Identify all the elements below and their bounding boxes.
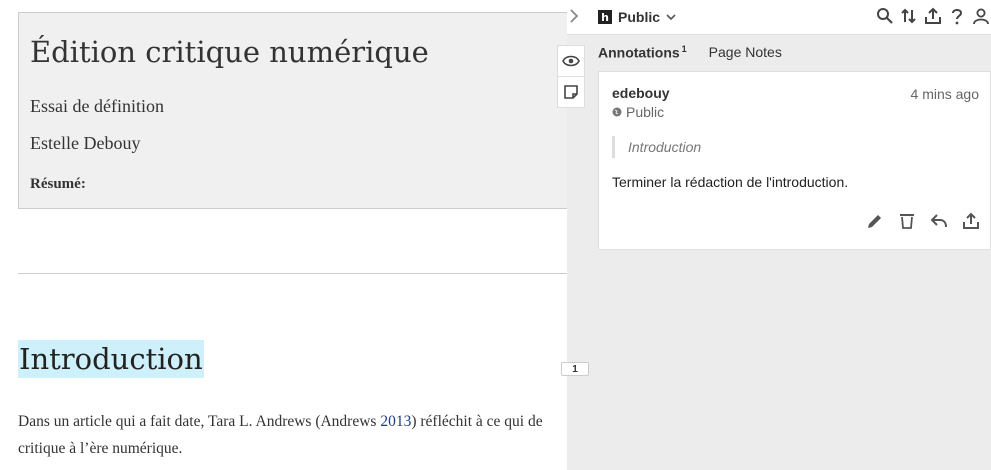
trash-icon: [900, 214, 914, 229]
paragraph-text: Dans un article qui a fait date, Tara L.…: [18, 413, 381, 430]
document-author: Estelle Debouy: [30, 133, 141, 153]
document-subtitle: Essai de définition: [30, 96, 164, 116]
reply-button[interactable]: [928, 210, 950, 232]
user-icon: [973, 8, 989, 25]
sort-icon: [901, 8, 916, 24]
share-icon: [925, 7, 941, 24]
account-button[interactable]: [971, 6, 991, 26]
topbar-actions: [875, 6, 991, 26]
annotation-bucket-indicator[interactable]: 1: [561, 362, 589, 376]
note-icon: [564, 85, 578, 99]
title-block: Édition critique numérique Essai de défi…: [18, 12, 567, 209]
annotation-username[interactable]: edebouy: [612, 85, 670, 101]
share-icon: [963, 212, 979, 229]
delete-button[interactable]: [896, 210, 918, 232]
edit-button[interactable]: [864, 210, 886, 232]
tab-annotations-label: Annotations: [598, 44, 680, 61]
sidebar-tabs: Annotations 1 Page Notes: [598, 44, 782, 61]
globe-icon: [612, 107, 622, 117]
share-button[interactable]: [923, 6, 943, 26]
new-page-note-button[interactable]: [558, 76, 584, 107]
sort-button[interactable]: [899, 6, 919, 26]
eye-icon: [562, 55, 580, 67]
help-icon: [952, 9, 963, 25]
section-divider: [18, 273, 567, 274]
collapse-sidebar-button[interactable]: [564, 5, 584, 27]
body-paragraph: Dans un article qui a fait date, Tara L.…: [18, 408, 567, 462]
search-icon: [877, 8, 893, 24]
reply-icon: [930, 214, 947, 228]
annotation-timestamp[interactable]: 4 mins ago: [911, 86, 979, 102]
paragraph-text: critique à l’ère numérique.: [18, 440, 183, 457]
visibility-label: Public: [626, 104, 665, 120]
toggle-highlights-button[interactable]: [558, 46, 584, 76]
share-annotation-button[interactable]: [960, 210, 982, 232]
citation-link[interactable]: 2013: [380, 413, 411, 430]
document-viewport: Édition critique numérique Essai de défi…: [0, 0, 567, 470]
chevron-right-icon: [570, 9, 579, 23]
search-button[interactable]: [875, 6, 895, 26]
sidebar-topbar: h Public: [567, 0, 991, 35]
adder-toolbar: [557, 45, 585, 108]
tab-annotations[interactable]: Annotations 1: [598, 44, 687, 61]
annotation-count: 1: [681, 44, 687, 54]
annotation-card[interactable]: edebouy 4 mins ago Public Introduction T…: [598, 71, 991, 250]
annotation-visibility: Public: [612, 104, 664, 120]
pencil-icon: [868, 215, 881, 228]
hypothesis-logo-icon: h: [598, 10, 612, 24]
tab-page-notes[interactable]: Page Notes: [709, 44, 782, 61]
chevron-down-icon: [666, 14, 676, 21]
help-button[interactable]: [947, 6, 967, 26]
annotation-body: Terminer la rédaction de l'introduction.: [612, 174, 849, 190]
annotation-actions: [864, 210, 982, 232]
annotation-quote[interactable]: Introduction: [612, 136, 701, 158]
tab-page-notes-label: Page Notes: [708, 44, 782, 60]
group-label: Public: [618, 9, 661, 25]
paragraph-text: ) réfléchit à ce qui de: [411, 413, 543, 430]
document-title: Édition critique numérique: [30, 35, 429, 69]
group-selector[interactable]: h Public: [598, 6, 676, 28]
highlighted-section-heading[interactable]: Introduction: [18, 340, 204, 378]
abstract-label: Résumé:: [30, 176, 86, 192]
